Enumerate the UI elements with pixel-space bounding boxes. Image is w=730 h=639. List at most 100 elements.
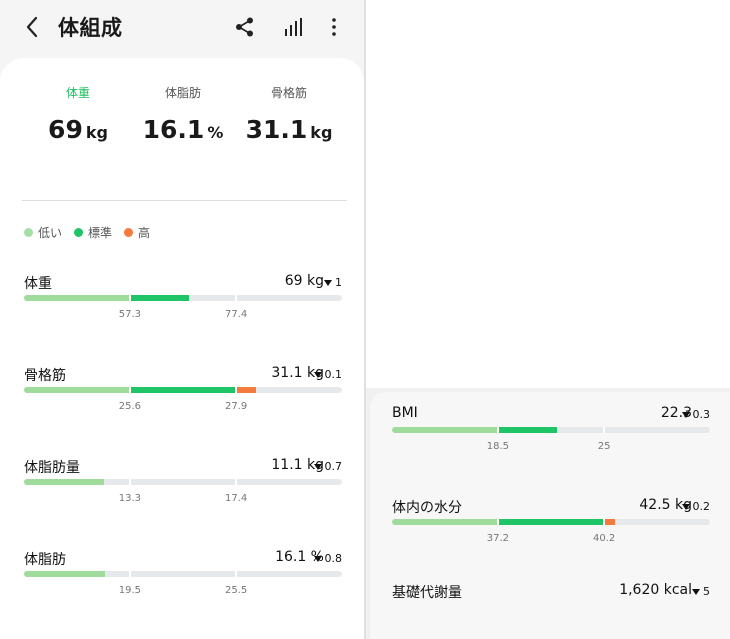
summary-unit: kg xyxy=(85,123,108,142)
bar-high-segment xyxy=(604,519,615,525)
tick-label: 18.5 xyxy=(486,441,510,452)
range-bar xyxy=(24,571,342,577)
delta-value: 0.3 xyxy=(692,408,711,421)
metric-row[interactable]: 基礎代謝量 1,620 kcal 5 xyxy=(392,582,710,639)
bar-chart-icon[interactable] xyxy=(282,16,304,38)
tick-label: 57.3 xyxy=(118,309,142,320)
down-arrow-icon xyxy=(313,464,322,470)
delta-value: 0.7 xyxy=(324,460,343,473)
bar-low-segment xyxy=(392,427,497,433)
range-bar xyxy=(24,479,342,485)
bar-low-segment xyxy=(24,295,129,301)
bar-tick xyxy=(235,571,238,577)
delta-value: 5 xyxy=(703,585,710,598)
metric-name: 体重 xyxy=(24,276,52,292)
summary-weight[interactable]: 体重 69 kg xyxy=(23,84,133,144)
delta-value: 0.1 xyxy=(324,368,343,381)
down-arrow-icon xyxy=(324,280,332,286)
metric-delta: 0.8 xyxy=(313,552,342,565)
tick-label: 17.4 xyxy=(224,493,248,504)
left-screen: 体組成 体重 69kg 体脂肪 16.1% 骨格筋 31.1kg 低い 標準 xyxy=(0,0,364,639)
range-bar xyxy=(392,427,710,433)
metric-row[interactable]: 骨格筋 31.1 kg 0.1 25.6 27.9 xyxy=(24,365,342,435)
metric-name: BMI xyxy=(392,405,418,421)
summary-label: 骨格筋 xyxy=(270,86,307,100)
right-screen: BMI 22.3 0.3 18.5 25 体内の水分 42.5 kg 0.2 37.2 40.2 基… xyxy=(366,0,730,639)
metric-value: 69 kg xyxy=(284,273,324,289)
app-header: 体組成 xyxy=(0,0,364,56)
bar-normal-segment xyxy=(129,387,237,393)
summary-value: 31.1 xyxy=(245,115,308,144)
tick-label: 19.5 xyxy=(118,585,142,596)
down-arrow-icon xyxy=(313,556,322,562)
more-vert-icon[interactable] xyxy=(323,16,345,38)
legend-dot xyxy=(24,228,33,237)
range-bar xyxy=(24,295,342,301)
legend-label: 低い xyxy=(38,226,63,240)
metric-row[interactable]: 体内の水分 42.5 kg 0.2 37.2 40.2 xyxy=(392,497,710,567)
bar-low-segment xyxy=(24,479,104,485)
bar-tick xyxy=(496,427,499,433)
bar-tick xyxy=(235,387,238,393)
summary-skeletal-muscle[interactable]: 骨格筋 31.1 kg xyxy=(234,84,344,144)
tick-label: 27.9 xyxy=(224,401,248,412)
legend-dot xyxy=(74,228,84,237)
metric-name: 体脂肪量 xyxy=(24,460,80,476)
page-title: 体組成 xyxy=(58,16,123,40)
metric-row[interactable]: 体脂肪 16.1 % 0.8 19.5 25.5 xyxy=(24,549,342,619)
metric-delta: 0.2 xyxy=(681,500,711,513)
summary-label: 体脂肪 xyxy=(164,86,201,100)
tick-label: 40.2 xyxy=(592,533,616,544)
metric-name: 体内の水分 xyxy=(392,500,462,516)
down-arrow-icon xyxy=(681,412,690,418)
legend-item-high: 高 xyxy=(124,224,150,241)
legend: 低い 標準 高 xyxy=(24,224,162,241)
bar-tick xyxy=(235,479,238,485)
metric-name: 骨格筋 xyxy=(24,368,66,384)
tick-label: 25.5 xyxy=(224,585,248,596)
legend-label: 標準 xyxy=(88,226,113,240)
bar-low-segment xyxy=(24,387,129,393)
metric-row[interactable]: BMI 22.3 0.3 18.5 25 xyxy=(392,405,710,475)
bar-normal-segment xyxy=(129,295,190,301)
summary-value: 69 xyxy=(48,115,83,144)
tick-label: 13.3 xyxy=(118,493,142,504)
back-icon[interactable] xyxy=(22,14,44,40)
tick-label: 37.2 xyxy=(486,533,510,544)
metric-delta: 0.3 xyxy=(681,408,711,421)
summary-unit: % xyxy=(207,123,224,142)
blank-area xyxy=(366,0,730,388)
metric-delta: 0.7 xyxy=(313,460,343,473)
legend-item-normal: 標準 xyxy=(74,224,112,241)
range-bar xyxy=(24,387,342,393)
summary-label: 体重 xyxy=(65,86,90,100)
down-arrow-icon xyxy=(692,589,700,595)
metric-delta: 5 xyxy=(692,585,710,598)
bar-low-segment xyxy=(24,571,106,577)
bar-tick xyxy=(128,479,131,485)
divider xyxy=(22,200,347,201)
share-icon[interactable] xyxy=(234,16,256,38)
tick-label: 25 xyxy=(597,441,611,452)
tick-label: 25.6 xyxy=(118,401,142,412)
delta-value: 0.2 xyxy=(692,500,711,513)
bar-tick xyxy=(128,295,131,301)
summary-value: 16.1 xyxy=(142,115,205,144)
metric-row[interactable]: 体重 69 kg 1 57.3 77.4 xyxy=(24,273,342,343)
metric-name: 基礎代謝量 xyxy=(392,585,462,601)
metric-value: 1,620 kcal xyxy=(619,582,692,598)
tick-label: 77.4 xyxy=(224,309,248,320)
metric-row[interactable]: 体脂肪量 11.1 kg 0.7 13.3 17.4 xyxy=(24,457,342,527)
legend-item-low: 低い xyxy=(24,224,62,241)
metric-name: 体脂肪 xyxy=(24,552,66,568)
summary-body-fat[interactable]: 体脂肪 16.1% xyxy=(128,84,238,144)
metric-delta: 1 xyxy=(324,276,342,289)
metrics-panel: BMI 22.3 0.3 18.5 25 体内の水分 42.5 kg 0.2 37.2 40.2 基… xyxy=(370,392,730,639)
bar-tick xyxy=(235,295,238,301)
legend-label: 高 xyxy=(138,226,151,240)
body-composition-card: 体重 69 kg 体脂肪 16.1% 骨格筋 31.1 kg 低い 標準 高 体重 6… xyxy=(0,58,364,639)
metric-delta: 0.1 xyxy=(313,368,343,381)
range-bar xyxy=(392,519,710,525)
bar-tick xyxy=(603,519,606,525)
down-arrow-icon xyxy=(681,504,690,510)
